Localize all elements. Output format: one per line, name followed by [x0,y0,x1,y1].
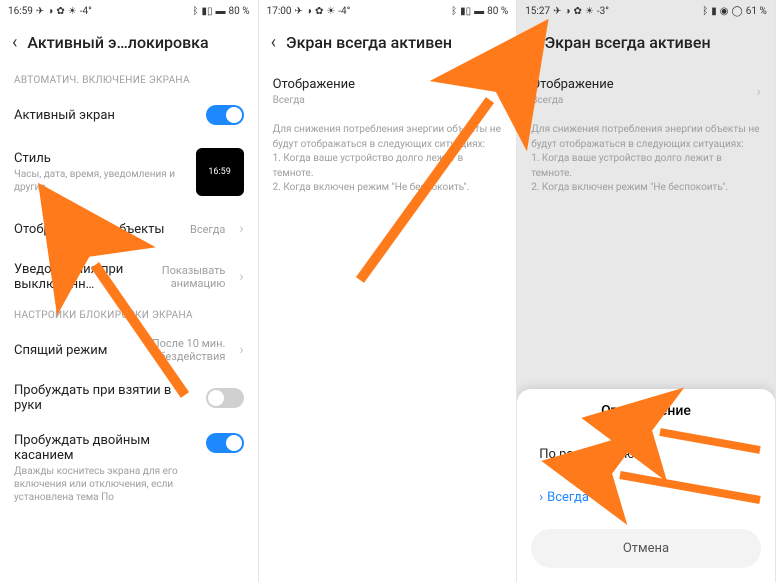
row-style[interactable]: Стиль Часы, дата, время, уведомления и д… [0,138,258,206]
row-value: После 10 мин. бездействия [135,337,225,363]
option-schedule[interactable]: По расписанию [517,433,775,476]
panel-1: 16:59 ✈ ◑ ✿ ☀ -4° ᛒ ▮▯ ▬ 80 % ‹ Активный… [0,0,259,582]
row-value: Показывать анимацию [135,264,225,290]
status-battery: 80 % [487,6,508,17]
toggle-double-tap[interactable] [206,433,244,453]
bluetooth-icon: ᛒ [702,6,708,17]
row-notifications[interactable]: Уведомления при выключенн… Показывать ан… [0,252,258,302]
section-label: НАСТРОЙКИ БЛОКИРОВКИ ЭКРАНА [0,302,258,327]
status-bar: 17:00 ✈ ◑ ✿ ☀ -4° ᛒ ▮▯ ▬ 80 % [259,0,517,22]
signal-icon: ▮▯ [460,6,471,17]
telegram-icon: ✈ [295,6,303,17]
weather-icon: ☀ [68,6,77,17]
toggle-active-screen[interactable] [206,105,244,125]
row-value: Всегда [190,223,225,236]
back-icon[interactable]: ‹ [271,32,276,53]
row-title: Отображаемые объекты [14,222,180,237]
status-battery: 80 % [229,6,250,17]
bottom-sheet: Отображение По расписанию ›Всегда Отмена [517,389,775,582]
app-icon: ◑ [564,6,570,17]
app-icon: ✿ [315,6,323,17]
app-icon: ◑ [306,6,312,17]
row-active-screen[interactable]: Активный экран [0,92,258,138]
row-title: Отображение [273,77,484,92]
back-icon[interactable]: ‹ [12,32,17,53]
bluetooth-icon: ᛒ [451,6,457,17]
telegram-icon: ✈ [36,6,44,17]
battery-icon: ◯ [732,6,743,17]
chevron-right-icon: › [239,342,243,358]
battery-icon: ▬ [216,6,226,17]
row-subtitle: Часы, дата, время, уведомления и другие [14,168,186,194]
row-value: Всегда [531,94,742,107]
row-value: Всегда [273,94,484,107]
style-thumbnail: 16:59 [196,148,244,196]
cancel-button[interactable]: Отмена [531,529,761,568]
bluetooth-icon: ᛒ [193,6,199,17]
toggle-raise[interactable] [206,388,244,408]
panel-3: 15:27 ✈ ◑ ✿ ☀ -3° ᛒ ▮ ◉ ◯ 61 % ‹ Экран в… [517,0,776,582]
status-temp: -3° [597,6,609,17]
check-icon: › [539,490,543,505]
status-time: 17:00 [267,6,292,17]
row-subtitle: Дважды коснитесь экрана для его включени… [14,465,196,504]
app-icon: ✿ [56,6,64,17]
app-icon: ◑ [47,6,53,17]
signal-icon: ▮▯ [202,6,213,17]
row-sleep-mode[interactable]: Спящий режим После 10 мин. бездействия › [0,327,258,373]
status-battery: 61 % [746,6,767,17]
status-time: 15:27 [525,6,550,17]
weather-icon: ☀ [326,6,335,17]
status-bar: 16:59 ✈ ◑ ✿ ☀ -4° ᛒ ▮▯ ▬ 80 % [0,0,258,22]
row-display[interactable]: Отображение Всегда › [517,67,775,117]
row-title: Пробуждать двойным касанием [14,433,196,463]
header: ‹ Экран всегда активен [517,22,775,67]
option-always[interactable]: ›Всегда [517,476,775,519]
page-title: Экран всегда активен [545,33,763,52]
status-bar: 15:27 ✈ ◑ ✿ ☀ -3° ᛒ ▮ ◉ ◯ 61 % [517,0,775,22]
row-title: Стиль [14,151,186,166]
status-temp: -4° [80,6,92,17]
signal-icon: ▮ [711,6,717,17]
row-title: Активный экран [14,108,196,123]
section-label: АВТОМАТИЧ. ВКЛЮЧЕНИЕ ЭКРАНА [0,67,258,92]
row-title: Пробуждать при взятии в руки [14,383,196,413]
header: ‹ Экран всегда активен [259,22,517,67]
row-display[interactable]: Отображение Всегда › [259,67,517,117]
back-icon[interactable]: ‹ [529,32,534,53]
help-text: Для снижения потребления энергии объекты… [517,117,775,206]
row-title: Уведомления при выключенн… [14,262,125,292]
row-title: Спящий режим [14,343,125,358]
row-displayed-objects[interactable]: Отображаемые объекты Всегда › [0,206,258,252]
help-text: Для снижения потребления энергии объекты… [259,117,517,206]
chevron-right-icon: › [239,221,243,237]
chevron-right-icon: › [757,84,761,100]
status-temp: -4° [338,6,350,17]
page-title: Экран всегда активен [286,33,504,52]
sheet-title: Отображение [517,403,775,433]
chevron-right-icon: › [239,269,243,285]
row-raise-to-wake[interactable]: Пробуждать при взятии в руки [0,373,258,423]
battery-icon: ▬ [474,6,484,17]
header: ‹ Активный э…локировка [0,22,258,67]
row-double-tap[interactable]: Пробуждать двойным касанием Дважды косни… [0,423,258,508]
page-title: Активный э…локировка [27,33,245,52]
weather-icon: ☀ [585,6,594,17]
status-time: 16:59 [8,6,33,17]
wifi-icon: ◉ [720,6,729,17]
row-title: Отображение [531,77,742,92]
chevron-right-icon: › [498,84,502,100]
panel-2: 17:00 ✈ ◑ ✿ ☀ -4° ᛒ ▮▯ ▬ 80 % ‹ Экран вс… [259,0,518,582]
telegram-icon: ✈ [553,6,561,17]
app-icon: ✿ [574,6,582,17]
